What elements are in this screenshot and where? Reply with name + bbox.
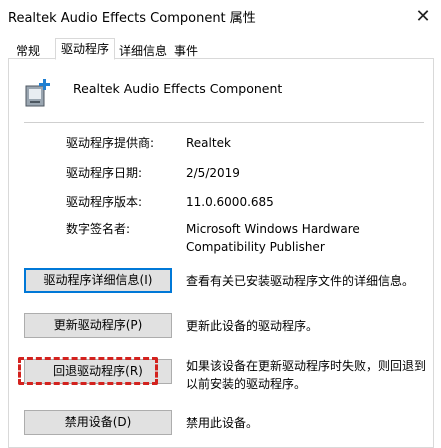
highlight-box: [18, 357, 158, 385]
close-icon[interactable]: ✕: [405, 0, 441, 32]
disable-device-description: 禁用此设备。: [186, 416, 259, 430]
provider-label: 驱动程序提供商:: [66, 136, 155, 150]
tab-driver[interactable]: 驱动程序: [55, 38, 115, 60]
window-title: Realtek Audio Effects Component 属性: [8, 11, 256, 26]
tab-strip: 常规 驱动程序 详细信息 事件: [0, 38, 441, 60]
date-label: 驱动程序日期:: [66, 166, 143, 180]
update-driver-description: 更新此设备的驱动程序。: [186, 319, 319, 333]
tab-events[interactable]: 事件: [171, 41, 201, 59]
title-bar: Realtek Audio Effects Component 属性 ✕: [0, 0, 441, 32]
rollback-driver-description: 如果该设备在更新驱动程序时失败，则回退到以前安装的驱动程序。: [186, 359, 427, 391]
signer-label: 数字签名者:: [66, 222, 131, 236]
update-driver-button[interactable]: 更新驱动程序(P): [24, 313, 172, 338]
driver-details-description: 查看有关已安装驱动程序文件的详细信息。: [186, 274, 415, 288]
version-label: 驱动程序版本:: [66, 195, 143, 209]
audio-device-icon: [25, 79, 50, 107]
divider: [24, 122, 424, 123]
version-value: 11.0.6000.685: [186, 195, 274, 209]
device-name: Realtek Audio Effects Component: [73, 81, 283, 96]
provider-value: Realtek: [186, 136, 231, 150]
date-value: 2/5/2019: [186, 166, 240, 180]
disable-device-button[interactable]: 禁用设备(D): [24, 410, 172, 435]
signer-value: Microsoft Windows Hardware Compatibility…: [186, 222, 360, 254]
tab-general[interactable]: 常规: [10, 41, 46, 59]
driver-details-button[interactable]: 驱动程序详细信息(I): [24, 268, 172, 293]
tab-details[interactable]: 详细信息: [116, 41, 170, 59]
